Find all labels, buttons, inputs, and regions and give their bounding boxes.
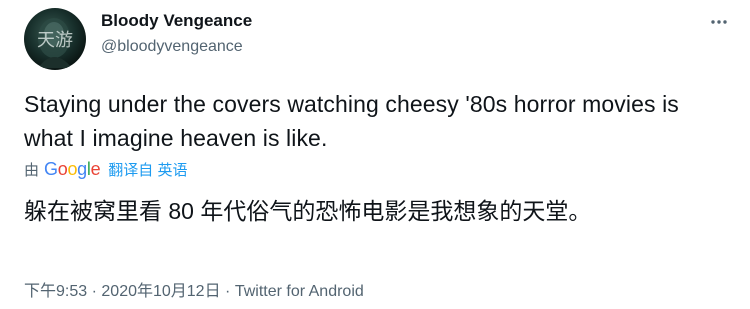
google-logo-letter: g xyxy=(77,158,87,179)
translation-by-label: 由 xyxy=(24,161,40,179)
tweet-metadata: 下午9:53 · 2020年10月12日 · Twitter for Andro… xyxy=(24,281,364,303)
avatar[interactable]: 天游 xyxy=(24,8,86,70)
meta-separator: · xyxy=(225,283,231,300)
avatar-watermark: 天游 xyxy=(37,30,73,51)
translation-attribution: 由 Google 翻译自 英语 xyxy=(24,157,187,181)
author-display-name[interactable]: Bloody Vengeance xyxy=(101,10,252,32)
translated-tweet-text: 躲在被窝里看 80 年代俗气的恐怖电影是我想象的天堂。 xyxy=(24,198,592,224)
tweet-text: Staying under the covers watching cheesy… xyxy=(24,91,679,151)
tweet-date[interactable]: 2020年10月12日 xyxy=(101,283,220,300)
tweet-time[interactable]: 下午9:53 xyxy=(24,283,87,300)
tweet-source[interactable]: Twitter for Android xyxy=(235,283,364,300)
meta-separator: · xyxy=(91,283,97,300)
google-logo-letter: G xyxy=(44,158,58,179)
translated-from-link[interactable]: 翻译自 英语 xyxy=(108,159,187,180)
author-handle[interactable]: @bloodyvengeance xyxy=(101,37,252,57)
author-info: Bloody Vengeance @bloodyvengeance xyxy=(101,10,252,57)
avatar-image: 天游 xyxy=(37,18,73,68)
google-logo-letter: o xyxy=(67,158,78,179)
google-logo: Google xyxy=(44,158,101,180)
tweet-card: 天游 Bloody Vengeance @bloodyvengeance Sta… xyxy=(0,0,750,309)
more-options-button[interactable] xyxy=(704,10,734,34)
google-logo-letter: o xyxy=(57,158,68,179)
more-horizontal-icon xyxy=(711,20,727,24)
google-logo-letter: e xyxy=(90,158,101,179)
